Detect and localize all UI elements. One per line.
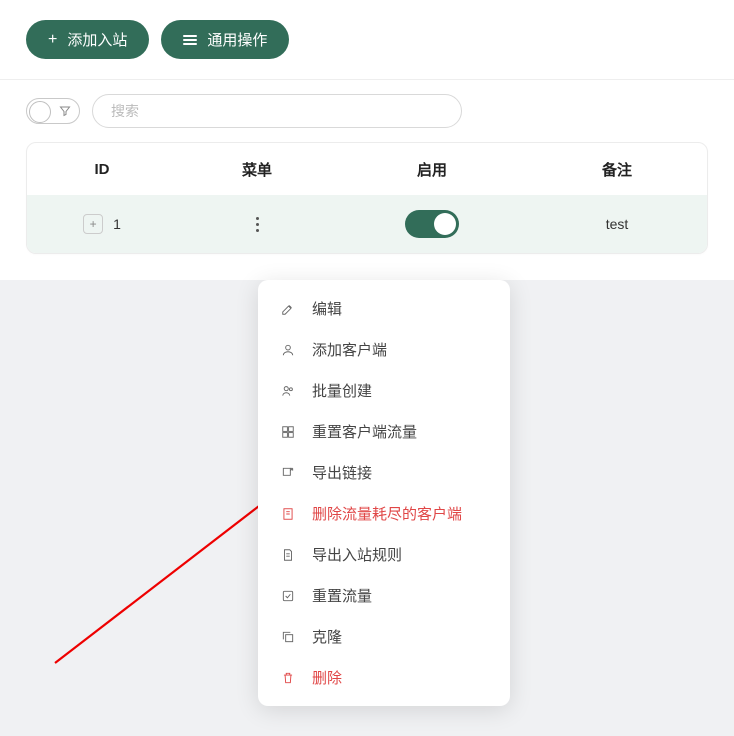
- filter-toggle[interactable]: [26, 98, 80, 124]
- general-ops-label: 通用操作: [207, 29, 267, 50]
- menu-reset-traffic[interactable]: 重置流量: [258, 575, 510, 616]
- menu-bulk-create[interactable]: 批量创建: [258, 370, 510, 411]
- menu-reset-traffic-label: 重置流量: [312, 585, 372, 606]
- plus-icon: +: [48, 32, 57, 48]
- file-icon: [280, 547, 296, 563]
- menu-export-links-label: 导出链接: [312, 462, 372, 483]
- trash-icon: [280, 670, 296, 686]
- expand-icon[interactable]: +: [83, 214, 103, 234]
- menu-clone-label: 克隆: [312, 626, 342, 647]
- funnel-icon: [59, 105, 71, 117]
- menu-delete-depleted-label: 删除流量耗尽的客户端: [312, 503, 462, 524]
- cell-id: 1: [113, 216, 121, 232]
- table-container: ID 菜单 启用 备注 + 1 test: [0, 142, 734, 280]
- copy-icon: [280, 629, 296, 645]
- menu-delete-label: 删除: [312, 667, 342, 688]
- col-id: ID: [27, 161, 177, 178]
- reset-icon: [280, 588, 296, 604]
- menu-export-links[interactable]: 导出链接: [258, 452, 510, 493]
- menu-add-client-label: 添加客户端: [312, 339, 387, 360]
- menu-delete-depleted[interactable]: 删除流量耗尽的客户端: [258, 493, 510, 534]
- export-icon: [280, 465, 296, 481]
- add-inbound-label: 添加入站: [67, 29, 127, 50]
- menu-export-rules[interactable]: 导出入站规则: [258, 534, 510, 575]
- search-input[interactable]: [92, 94, 462, 128]
- edit-icon: [280, 301, 296, 317]
- col-menu: 菜单: [177, 159, 337, 180]
- enable-toggle[interactable]: [405, 210, 459, 238]
- menu-reset-client-traffic-label: 重置客户端流量: [312, 421, 417, 442]
- row-dropdown: 编辑 添加客户端 批量创建 重置客户端流量 导出链接 删除流量耗尽的客户端: [258, 280, 510, 706]
- menu-add-client[interactable]: 添加客户端: [258, 329, 510, 370]
- top-panel: + 添加入站 通用操作: [0, 0, 734, 80]
- menu-export-rules-label: 导出入站规则: [312, 544, 402, 565]
- col-remark: 备注: [527, 159, 707, 180]
- dashboard-icon: [280, 424, 296, 440]
- menu-bulk-create-label: 批量创建: [312, 380, 372, 401]
- col-enable: 启用: [337, 159, 527, 180]
- list-icon: [183, 35, 197, 45]
- menu-edit-label: 编辑: [312, 298, 342, 319]
- menu-clone[interactable]: 克隆: [258, 616, 510, 657]
- add-inbound-button[interactable]: + 添加入站: [26, 20, 149, 59]
- inbound-table: ID 菜单 启用 备注 + 1 test: [26, 142, 708, 254]
- row-menu-button[interactable]: [245, 212, 269, 236]
- toolbar: + 添加入站 通用操作: [0, 20, 734, 79]
- cell-remark: test: [606, 216, 629, 232]
- table-row: + 1 test: [27, 195, 707, 253]
- table-header-row: ID 菜单 启用 备注: [27, 143, 707, 195]
- controls-row: [0, 80, 734, 142]
- menu-reset-client-traffic[interactable]: 重置客户端流量: [258, 411, 510, 452]
- menu-edit[interactable]: 编辑: [258, 288, 510, 329]
- receipt-icon: [280, 506, 296, 522]
- user-icon: [280, 342, 296, 358]
- users-icon: [280, 383, 296, 399]
- general-ops-button[interactable]: 通用操作: [161, 20, 289, 59]
- menu-delete[interactable]: 删除: [258, 657, 510, 698]
